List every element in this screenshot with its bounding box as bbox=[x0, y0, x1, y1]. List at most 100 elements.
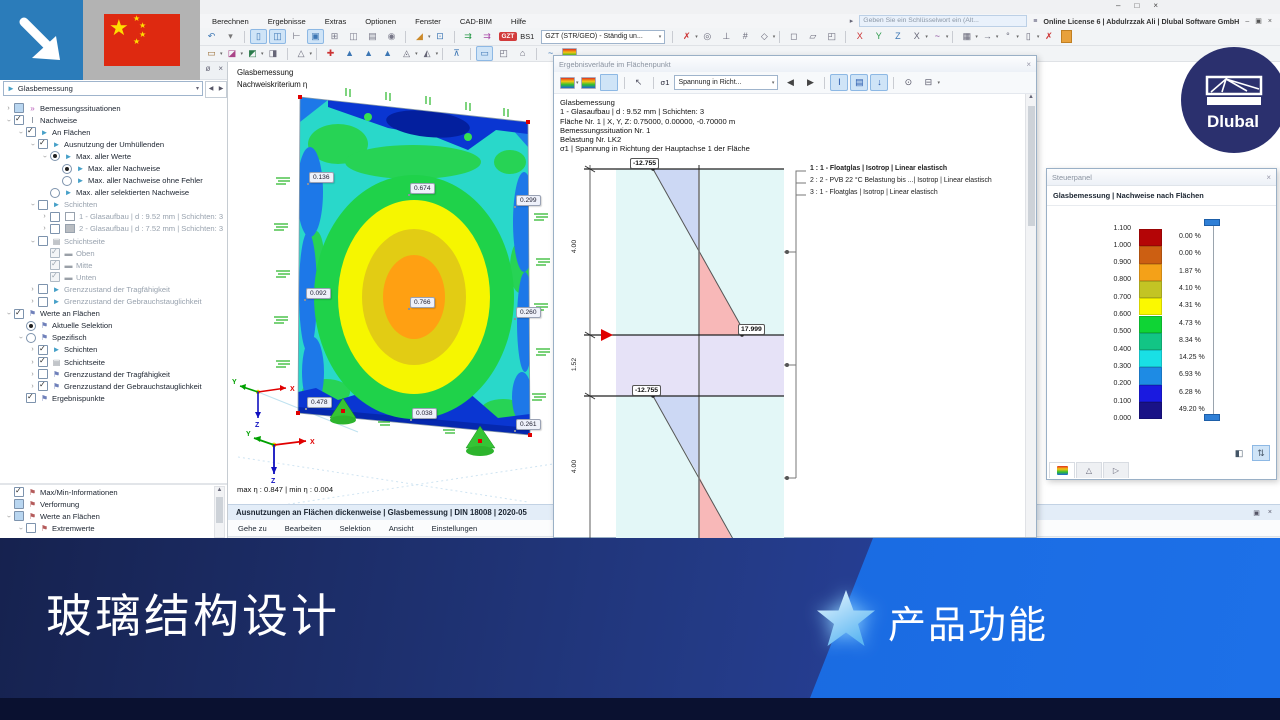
tree-item[interactable]: › ► Grenzzustand der Tragfähigkeit bbox=[2, 283, 214, 295]
keyword-search-input[interactable]: Geben Sie ein Schlüsselwort ein (Alt... bbox=[859, 15, 1028, 27]
window-minimize-button[interactable]: – bbox=[1116, 1, 1120, 10]
tree-item[interactable]: › Ι Nachweise bbox=[2, 114, 214, 126]
panel-scrollbar[interactable]: ▲ bbox=[1025, 94, 1036, 537]
calculate-icon[interactable]: ⊼ bbox=[448, 46, 465, 61]
menu-cad-bim[interactable]: CAD-BIM bbox=[458, 16, 494, 27]
units-icon[interactable]: ° bbox=[999, 29, 1016, 44]
tree-item[interactable]: ⚑Max/Min-Informationen bbox=[2, 486, 212, 498]
prev-loadcase-icon[interactable]: ⇉ bbox=[460, 29, 477, 44]
isolate-icon[interactable]: ◻ bbox=[785, 29, 802, 44]
results-on-icon[interactable]: ▭ bbox=[476, 46, 494, 61]
tree-item[interactable]: › ⚑ Spezifisch bbox=[2, 332, 214, 344]
checkbox[interactable] bbox=[38, 284, 48, 295]
new-solid-icon[interactable]: ◩ bbox=[244, 46, 261, 61]
checkbox[interactable] bbox=[38, 356, 48, 368]
menu-hilfe[interactable]: Hilfe bbox=[509, 16, 528, 27]
new-surface-icon[interactable]: ◪ bbox=[224, 46, 241, 61]
delete-results-icon[interactable]: ✗ bbox=[1040, 29, 1057, 44]
checkbox[interactable] bbox=[14, 114, 24, 126]
mesh-settings-icon[interactable]: △ bbox=[293, 46, 310, 61]
printer-icon[interactable]: ⊟ bbox=[919, 74, 937, 91]
undo-dropdown-icon[interactable]: ▾ bbox=[222, 29, 239, 44]
mdi-close-button[interactable]: × bbox=[1268, 18, 1272, 25]
next-loadcase-icon[interactable]: ⇉ bbox=[479, 29, 496, 44]
checkbox[interactable] bbox=[50, 223, 60, 234]
scale-slider-handle-min[interactable] bbox=[1204, 414, 1220, 421]
tree-item[interactable]: › ⚑ Extremwerte bbox=[2, 522, 212, 534]
expand-icon[interactable]: › bbox=[28, 298, 37, 305]
loadcase-combo[interactable]: GZT (STR/GEO) - Ständig un... ▾ bbox=[541, 29, 666, 44]
tree-item[interactable]: ► Max. aller Nachweise ohne Fehler bbox=[2, 175, 214, 187]
units-dropdown-icon[interactable]: ▾ bbox=[1016, 34, 1019, 40]
expand-icon[interactable]: › bbox=[28, 286, 37, 293]
view-custom-dropdown-icon[interactable]: ▾ bbox=[925, 34, 928, 40]
checkbox[interactable] bbox=[38, 380, 48, 392]
result-axes-icon[interactable] bbox=[599, 74, 618, 91]
mdi-minimize-button[interactable]: – bbox=[1245, 18, 1249, 25]
tree-item[interactable]: ▬Unten bbox=[2, 271, 214, 283]
pager-right-icon[interactable]: ▶ bbox=[216, 82, 226, 97]
grid-display-icon[interactable]: # bbox=[737, 29, 754, 44]
checkbox[interactable] bbox=[14, 511, 24, 522]
tables-icon[interactable]: ▤ bbox=[364, 29, 381, 44]
clipping-icon[interactable]: ▯ bbox=[1020, 29, 1037, 44]
filter-results-icon[interactable]: ✗ bbox=[678, 29, 695, 44]
color-edit-icon[interactable]: ◧ bbox=[1230, 445, 1248, 461]
visual-objects-icon[interactable]: ◢ bbox=[411, 29, 428, 44]
expand-icon[interactable]: › bbox=[28, 371, 37, 378]
expand-icon[interactable]: › bbox=[28, 359, 37, 366]
tree-item[interactable]: › ► Max. aller Werte bbox=[2, 150, 214, 162]
checkbox[interactable] bbox=[14, 486, 24, 498]
tree-item[interactable]: › ▤Schichtseite bbox=[2, 356, 214, 368]
section-profile-icon[interactable]: Ι bbox=[830, 74, 849, 91]
tree-item[interactable]: › » Bemessungssituationen bbox=[2, 102, 214, 114]
view-x-icon[interactable]: X bbox=[851, 29, 868, 44]
result-surface-icon[interactable] bbox=[560, 76, 575, 89]
mesh-3-icon[interactable]: ▲ bbox=[379, 46, 396, 61]
new-solid-dropdown-icon[interactable]: ▾ bbox=[261, 51, 264, 57]
checkbox[interactable] bbox=[14, 308, 24, 319]
radio[interactable] bbox=[50, 187, 60, 198]
result-solid-icon[interactable] bbox=[580, 76, 596, 89]
tree-item[interactable]: ► Max. aller selektierten Nachweise bbox=[2, 187, 214, 199]
camera-icon[interactable]: ⊙ bbox=[899, 74, 917, 91]
navigator-module-combo[interactable]: ► Glasbemessung ▾ bbox=[3, 81, 203, 96]
add-node-icon[interactable]: ✚ bbox=[322, 46, 339, 61]
tree-scrollbar[interactable]: ▲ bbox=[214, 486, 225, 538]
results-diagram-icon[interactable]: ~ bbox=[929, 29, 946, 44]
checkbox[interactable] bbox=[38, 344, 48, 355]
render-mode-icon[interactable]: ◉ bbox=[383, 29, 400, 44]
checkbox[interactable] bbox=[14, 103, 24, 114]
results-diagram-dropdown-icon[interactable]: ▾ bbox=[946, 34, 949, 40]
mesh-quality-icon[interactable]: ◭ bbox=[419, 46, 436, 61]
expand-icon[interactable]: › bbox=[28, 346, 37, 353]
result-surface-dropdown-icon[interactable]: ▾ bbox=[576, 80, 579, 86]
checkbox[interactable] bbox=[38, 296, 48, 307]
viewport-menu-ansicht[interactable]: Ansicht bbox=[389, 524, 414, 533]
tree-item[interactable]: › ⚑Werte an Flächen bbox=[2, 510, 212, 522]
work-plane-icon[interactable]: ⊢ bbox=[288, 29, 305, 44]
scrollbar-thumb[interactable] bbox=[1028, 106, 1035, 226]
tree-item[interactable]: ⚑ Verformung bbox=[2, 498, 212, 510]
viewport-menu-gehe-zu[interactable]: Gehe zu bbox=[238, 524, 267, 533]
tree-item[interactable]: › ⚑Werte an Flächen bbox=[2, 308, 214, 320]
tree-item[interactable]: › ▤Schichtseite bbox=[2, 235, 214, 247]
arrow-tool-icon[interactable]: → bbox=[979, 29, 996, 44]
expand-icon[interactable]: › bbox=[17, 333, 24, 342]
views-icon[interactable]: ◰ bbox=[823, 29, 840, 44]
cad-bim-view-icon[interactable]: ⊡ bbox=[432, 29, 449, 44]
section-icon[interactable]: ▱ bbox=[804, 29, 821, 44]
navigator-float-icon[interactable]: ø bbox=[205, 64, 210, 73]
object-snap-icon[interactable]: ◇ bbox=[756, 29, 773, 44]
window-close-button[interactable]: × bbox=[1153, 1, 1158, 10]
expand-icon[interactable]: › bbox=[29, 140, 36, 149]
checkbox[interactable] bbox=[38, 138, 48, 150]
object-snap-dropdown-icon[interactable]: ▾ bbox=[773, 34, 776, 40]
new-window-icon[interactable]: ⊞ bbox=[326, 29, 343, 44]
view-z-icon[interactable]: Z bbox=[889, 29, 906, 44]
refine-mesh-dropdown-icon[interactable]: ▾ bbox=[415, 51, 418, 57]
tab-color-scale[interactable] bbox=[1049, 462, 1075, 478]
tree-item[interactable]: › ►An Flächen bbox=[2, 126, 214, 138]
checkbox[interactable] bbox=[38, 369, 48, 380]
viewport-menu-einstellungen[interactable]: Einstellungen bbox=[432, 524, 478, 533]
